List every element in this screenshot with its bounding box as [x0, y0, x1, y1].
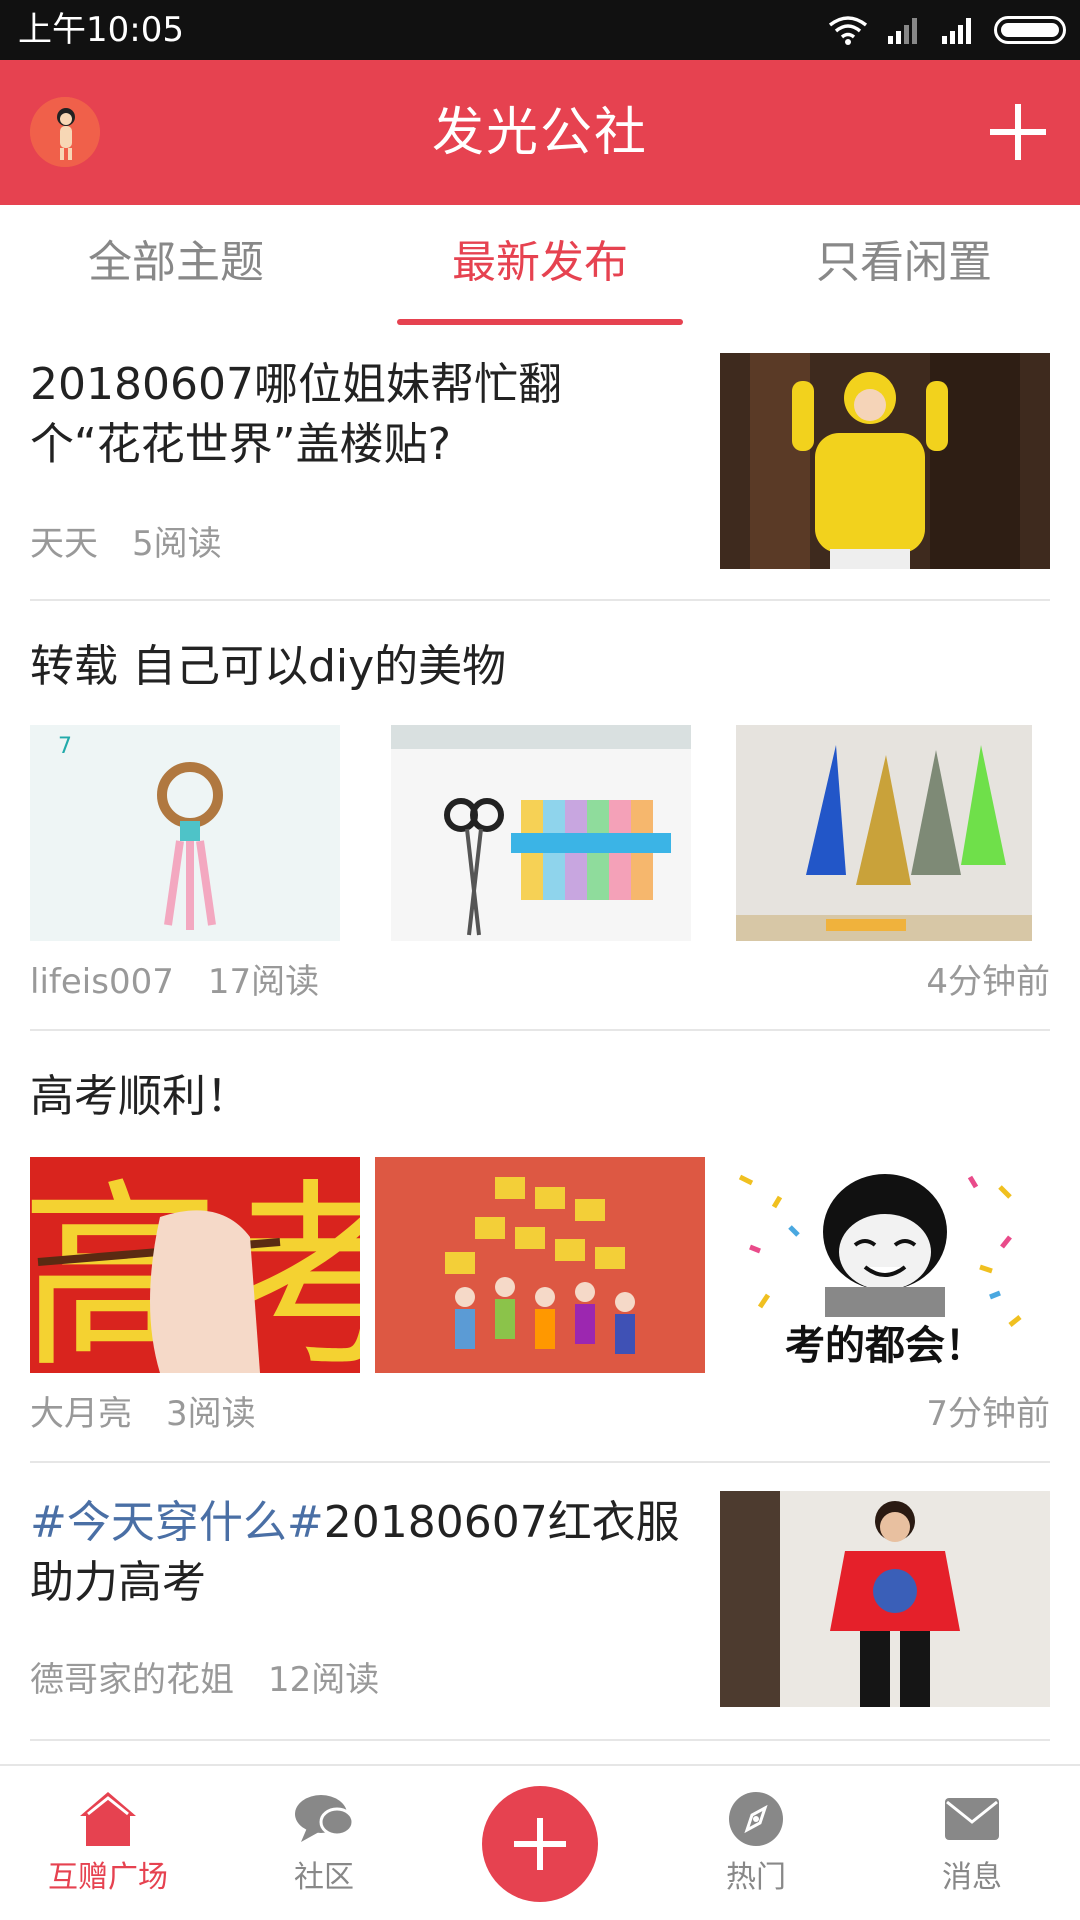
tab-latest[interactable]: 最新发布: [390, 233, 690, 293]
nav-home[interactable]: 互赠广场: [8, 1790, 208, 1896]
post-title: 转载 自己可以diy的美物: [30, 641, 507, 692]
tab-all-topics[interactable]: 全部主题: [26, 233, 326, 293]
nav-messages-label: 消息: [942, 1860, 1002, 1895]
post-image[interactable]: 考的都会！: [720, 1157, 1050, 1373]
status-icons: [828, 14, 1066, 46]
post-title: 20180607哪位姐妹帮忙翻 个“花花世界”盖楼贴?: [30, 355, 670, 475]
hashtag-link[interactable]: #今天穿什么#: [30, 1497, 324, 1548]
nav-community[interactable]: 社区: [224, 1790, 424, 1896]
status-time: 上午10:05: [18, 10, 184, 50]
add-icon[interactable]: [986, 100, 1050, 164]
post-reads: 3阅读: [166, 1394, 256, 1434]
nav-home-label: 互赠广场: [48, 1860, 168, 1895]
chat-bubble-icon: [295, 1795, 355, 1842]
post-reads: 5阅读: [132, 524, 222, 564]
signal-icon: [888, 18, 917, 44]
publish-button[interactable]: [482, 1786, 598, 1902]
post-meta: 德哥家的花姐 12阅读: [30, 1659, 413, 1701]
wifi-icon: [828, 16, 868, 45]
page-title: 发光公社: [431, 103, 648, 163]
post-title: #今天穿什么#20180607红衣服 助力高考: [30, 1493, 710, 1613]
feed-post[interactable]: 转载 自己可以diy的美物 7 lifeis007 17阅读 4分钟前: [30, 601, 1050, 1031]
post-title-line: 20180607哪位姐妹帮忙翻: [30, 359, 562, 410]
post-author[interactable]: 天天: [30, 524, 98, 564]
post-meta: 大月亮 3阅读: [30, 1393, 290, 1435]
post-author[interactable]: lifeis007: [30, 962, 174, 1002]
post-reads: 12阅读: [268, 1660, 380, 1700]
meme-caption: 考的都会！: [785, 1323, 985, 1369]
post-author[interactable]: 大月亮: [30, 1394, 132, 1434]
post-reads: 17阅读: [207, 962, 320, 1002]
post-image[interactable]: 7: [30, 725, 340, 941]
post-thumbnail[interactable]: [720, 353, 1050, 569]
signal-icon-2: [942, 18, 971, 44]
battery-icon: [994, 16, 1066, 44]
post-meta: lifeis007 17阅读: [30, 961, 353, 1003]
post-title-line: #今天穿什么#20180607红衣服: [30, 1493, 710, 1553]
feed-post[interactable]: 高考顺利！ 高 考 考的都会！ 大月亮 3阅读 7分钟前: [30, 1031, 1050, 1463]
post-title: 高考顺利！: [30, 1071, 250, 1122]
post-image[interactable]: [375, 1157, 705, 1373]
status-bar: 上午10:05: [0, 0, 1080, 60]
app-header: 发光公社: [0, 60, 1080, 205]
feed-post[interactable]: 20180607哪位姐妹帮忙翻 个“花花世界”盖楼贴? 天天 5阅读: [30, 325, 1050, 601]
post-thumbnail[interactable]: [720, 1491, 1050, 1707]
nav-hot-label: 热门: [726, 1860, 786, 1895]
compass-icon: [729, 1792, 783, 1846]
post-image[interactable]: [736, 725, 1032, 941]
home-icon: [80, 1792, 136, 1846]
tab-bar: 全部主题 最新发布 只看闲置: [0, 205, 1080, 325]
post-title-line: 助力高考: [30, 1557, 206, 1608]
tab-idle-only[interactable]: 只看闲置: [754, 233, 1054, 293]
nav-community-label: 社区: [294, 1860, 354, 1895]
post-time: 4分钟前: [926, 962, 1050, 1002]
post-title-text: 20180607红衣服: [323, 1497, 680, 1548]
mail-icon: [945, 1798, 999, 1840]
post-image[interactable]: [391, 725, 691, 941]
plus-icon: [514, 1818, 566, 1870]
svg-text:7: 7: [58, 734, 72, 759]
feed-post[interactable]: #今天穿什么#20180607红衣服 助力高考 德哥家的花姐 12阅读: [30, 1463, 1050, 1741]
bottom-nav: 互赠广场 社区 热门 消息: [0, 1764, 1080, 1920]
post-time: 7分钟前: [926, 1394, 1050, 1434]
post-image[interactable]: 高 考: [30, 1157, 360, 1373]
nav-hot[interactable]: 热门: [656, 1790, 856, 1896]
nav-messages[interactable]: 消息: [872, 1790, 1072, 1896]
post-author[interactable]: 德哥家的花姐: [30, 1660, 234, 1700]
post-title-line: 个“花花世界”盖楼贴?: [30, 419, 451, 470]
post-meta: 天天 5阅读: [30, 523, 256, 565]
